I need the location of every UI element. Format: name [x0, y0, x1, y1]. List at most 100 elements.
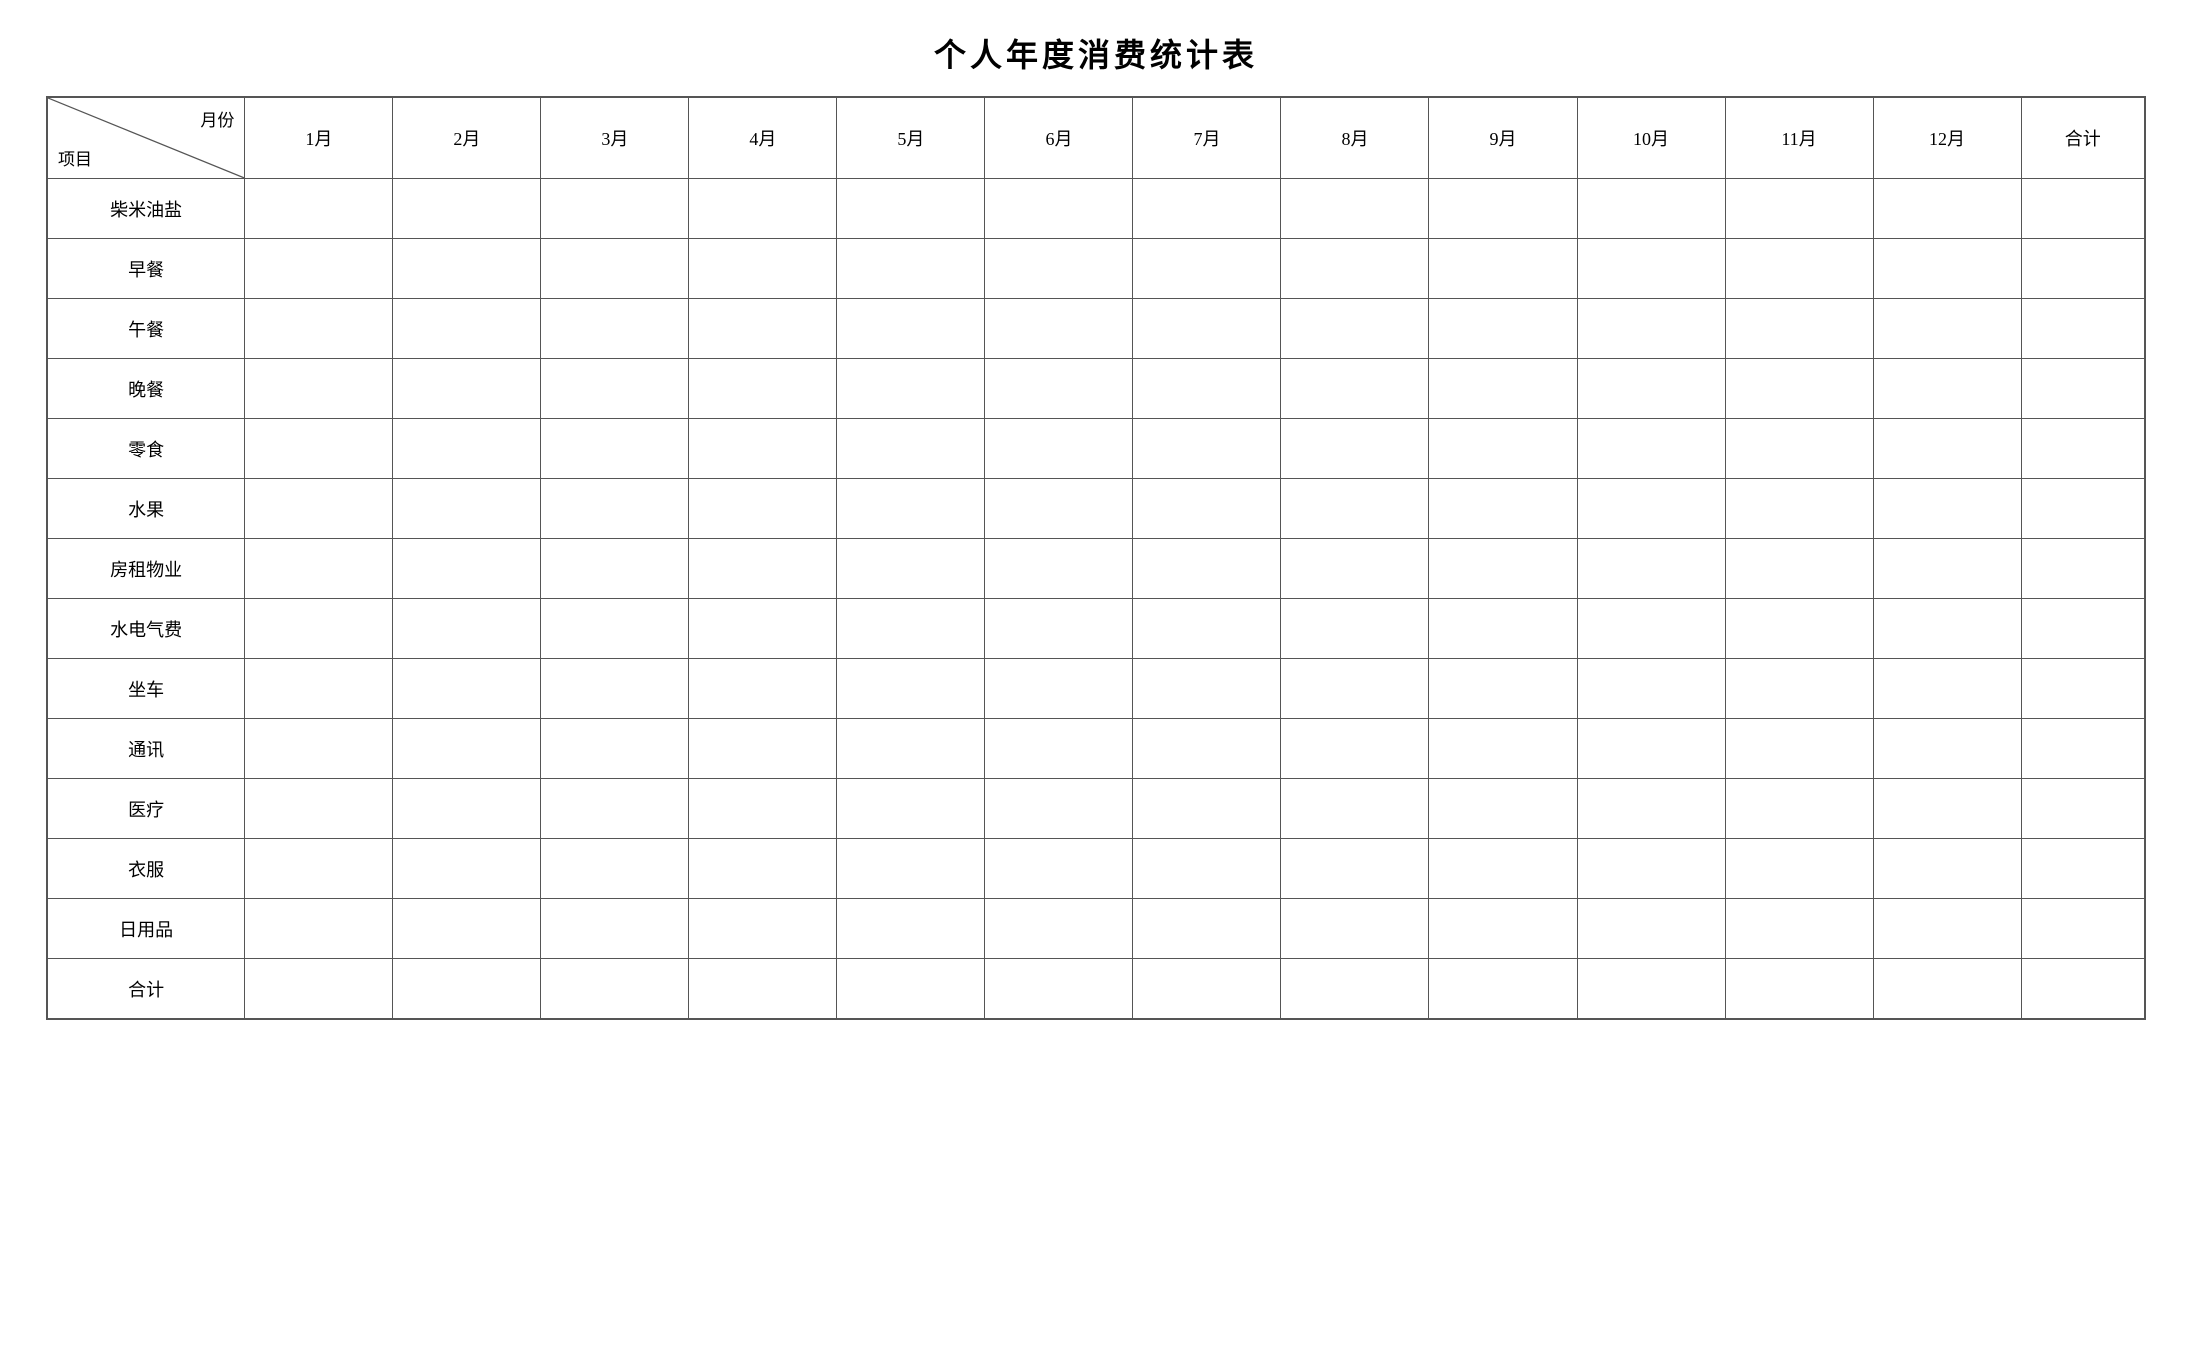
data-cell-r12-c7[interactable]: [1281, 899, 1429, 959]
data-cell-r8-c1[interactable]: [393, 659, 541, 719]
data-cell-r1-c12[interactable]: [2021, 239, 2144, 299]
data-cell-r6-c10[interactable]: [1725, 539, 1873, 599]
data-cell-r10-c9[interactable]: [1577, 779, 1725, 839]
data-cell-r9-c0[interactable]: [245, 719, 393, 779]
data-cell-r4-c10[interactable]: [1725, 419, 1873, 479]
data-cell-r11-c11[interactable]: [1873, 839, 2021, 899]
data-cell-r8-c12[interactable]: [2021, 659, 2144, 719]
data-cell-r6-c11[interactable]: [1873, 539, 2021, 599]
data-cell-r0-c6[interactable]: [1133, 179, 1281, 239]
data-cell-r8-c9[interactable]: [1577, 659, 1725, 719]
data-cell-r5-c8[interactable]: [1429, 479, 1577, 539]
data-cell-r7-c3[interactable]: [689, 599, 837, 659]
data-cell-r0-c7[interactable]: [1281, 179, 1429, 239]
data-cell-r2-c3[interactable]: [689, 299, 837, 359]
data-cell-r1-c5[interactable]: [985, 239, 1133, 299]
data-cell-r2-c8[interactable]: [1429, 299, 1577, 359]
data-cell-r7-c11[interactable]: [1873, 599, 2021, 659]
data-cell-r2-c0[interactable]: [245, 299, 393, 359]
data-cell-r6-c6[interactable]: [1133, 539, 1281, 599]
data-cell-r11-c1[interactable]: [393, 839, 541, 899]
data-cell-r10-c0[interactable]: [245, 779, 393, 839]
data-cell-r2-c5[interactable]: [985, 299, 1133, 359]
data-cell-r12-c12[interactable]: [2021, 899, 2144, 959]
data-cell-r1-c11[interactable]: [1873, 239, 2021, 299]
data-cell-r1-c3[interactable]: [689, 239, 837, 299]
data-cell-r7-c2[interactable]: [541, 599, 689, 659]
data-cell-r1-c8[interactable]: [1429, 239, 1577, 299]
data-cell-r3-c5[interactable]: [985, 359, 1133, 419]
data-cell-r5-c5[interactable]: [985, 479, 1133, 539]
data-cell-r9-c1[interactable]: [393, 719, 541, 779]
data-cell-r3-c8[interactable]: [1429, 359, 1577, 419]
data-cell-r12-c5[interactable]: [985, 899, 1133, 959]
data-cell-r1-c10[interactable]: [1725, 239, 1873, 299]
data-cell-r1-c0[interactable]: [245, 239, 393, 299]
data-cell-r11-c4[interactable]: [837, 839, 985, 899]
data-cell-r13-c0[interactable]: [245, 959, 393, 1019]
data-cell-r11-c2[interactable]: [541, 839, 689, 899]
data-cell-r5-c3[interactable]: [689, 479, 837, 539]
data-cell-r3-c7[interactable]: [1281, 359, 1429, 419]
data-cell-r0-c1[interactable]: [393, 179, 541, 239]
data-cell-r7-c7[interactable]: [1281, 599, 1429, 659]
data-cell-r9-c12[interactable]: [2021, 719, 2144, 779]
data-cell-r10-c8[interactable]: [1429, 779, 1577, 839]
data-cell-r10-c2[interactable]: [541, 779, 689, 839]
data-cell-r7-c6[interactable]: [1133, 599, 1281, 659]
data-cell-r4-c2[interactable]: [541, 419, 689, 479]
data-cell-r1-c9[interactable]: [1577, 239, 1725, 299]
data-cell-r4-c5[interactable]: [985, 419, 1133, 479]
data-cell-r7-c8[interactable]: [1429, 599, 1577, 659]
data-cell-r7-c4[interactable]: [837, 599, 985, 659]
data-cell-r5-c11[interactable]: [1873, 479, 2021, 539]
data-cell-r1-c2[interactable]: [541, 239, 689, 299]
data-cell-r4-c11[interactable]: [1873, 419, 2021, 479]
data-cell-r7-c12[interactable]: [2021, 599, 2144, 659]
data-cell-r4-c6[interactable]: [1133, 419, 1281, 479]
data-cell-r7-c10[interactable]: [1725, 599, 1873, 659]
data-cell-r9-c6[interactable]: [1133, 719, 1281, 779]
data-cell-r8-c7[interactable]: [1281, 659, 1429, 719]
data-cell-r4-c8[interactable]: [1429, 419, 1577, 479]
data-cell-r3-c11[interactable]: [1873, 359, 2021, 419]
data-cell-r13-c5[interactable]: [985, 959, 1133, 1019]
data-cell-r11-c0[interactable]: [245, 839, 393, 899]
data-cell-r13-c9[interactable]: [1577, 959, 1725, 1019]
data-cell-r4-c9[interactable]: [1577, 419, 1725, 479]
data-cell-r10-c3[interactable]: [689, 779, 837, 839]
data-cell-r1-c4[interactable]: [837, 239, 985, 299]
data-cell-r12-c10[interactable]: [1725, 899, 1873, 959]
data-cell-r7-c9[interactable]: [1577, 599, 1725, 659]
data-cell-r13-c8[interactable]: [1429, 959, 1577, 1019]
data-cell-r3-c0[interactable]: [245, 359, 393, 419]
data-cell-r3-c4[interactable]: [837, 359, 985, 419]
data-cell-r6-c4[interactable]: [837, 539, 985, 599]
data-cell-r8-c11[interactable]: [1873, 659, 2021, 719]
data-cell-r12-c0[interactable]: [245, 899, 393, 959]
data-cell-r5-c12[interactable]: [2021, 479, 2144, 539]
data-cell-r6-c12[interactable]: [2021, 539, 2144, 599]
data-cell-r3-c6[interactable]: [1133, 359, 1281, 419]
data-cell-r10-c1[interactable]: [393, 779, 541, 839]
data-cell-r6-c9[interactable]: [1577, 539, 1725, 599]
data-cell-r11-c9[interactable]: [1577, 839, 1725, 899]
data-cell-r12-c9[interactable]: [1577, 899, 1725, 959]
data-cell-r13-c7[interactable]: [1281, 959, 1429, 1019]
data-cell-r13-c3[interactable]: [689, 959, 837, 1019]
data-cell-r3-c10[interactable]: [1725, 359, 1873, 419]
data-cell-r4-c1[interactable]: [393, 419, 541, 479]
data-cell-r4-c12[interactable]: [2021, 419, 2144, 479]
data-cell-r9-c4[interactable]: [837, 719, 985, 779]
data-cell-r8-c3[interactable]: [689, 659, 837, 719]
data-cell-r9-c11[interactable]: [1873, 719, 2021, 779]
data-cell-r0-c12[interactable]: [2021, 179, 2144, 239]
data-cell-r13-c2[interactable]: [541, 959, 689, 1019]
data-cell-r0-c11[interactable]: [1873, 179, 2021, 239]
data-cell-r5-c6[interactable]: [1133, 479, 1281, 539]
data-cell-r11-c10[interactable]: [1725, 839, 1873, 899]
data-cell-r10-c12[interactable]: [2021, 779, 2144, 839]
data-cell-r6-c1[interactable]: [393, 539, 541, 599]
data-cell-r5-c4[interactable]: [837, 479, 985, 539]
data-cell-r6-c5[interactable]: [985, 539, 1133, 599]
